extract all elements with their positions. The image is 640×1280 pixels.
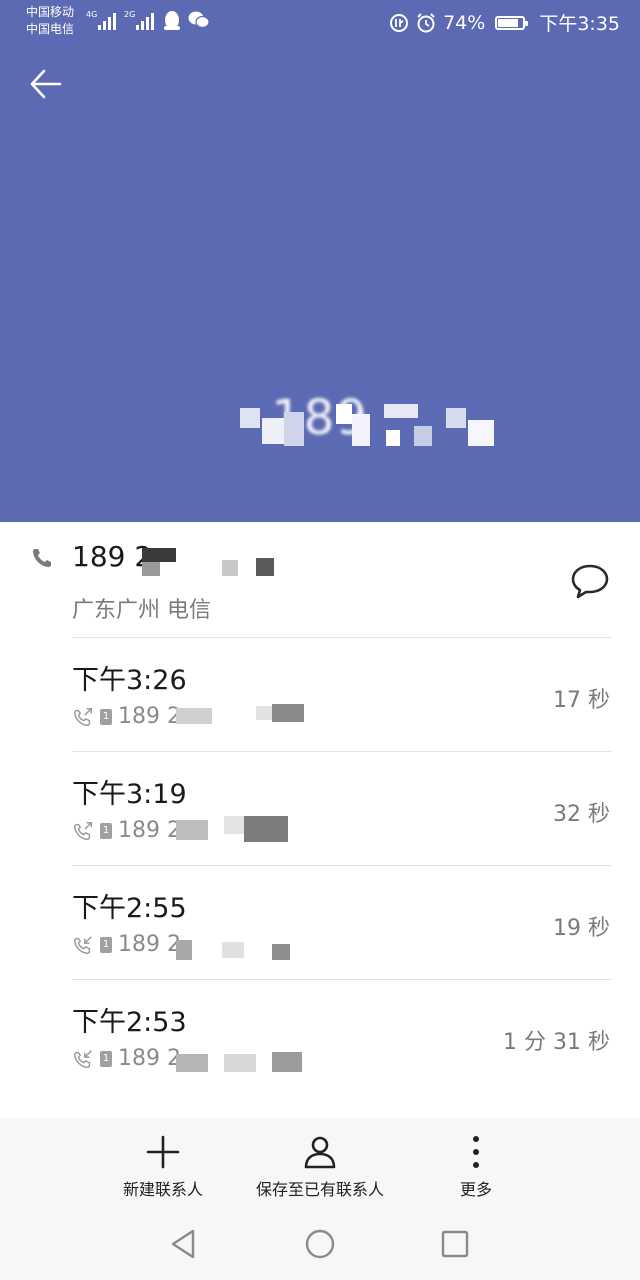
qq-icon	[164, 11, 180, 30]
save-to-existing-button[interactable]: 保存至已有联系人	[240, 1118, 400, 1210]
divider	[72, 979, 612, 980]
call-time: 下午3:19	[72, 779, 187, 810]
call-duration: 17 秒	[553, 688, 610, 713]
sim-1-icon: 1	[100, 708, 112, 725]
sim-1-icon: 1	[100, 822, 112, 839]
carrier-2: 中国电信	[26, 22, 75, 36]
carrier-1: 中国移动	[26, 5, 75, 19]
contact-header: 中国移动 中国电信 4G 2G 74% 下午3:35 189	[0, 0, 640, 522]
plus-icon	[146, 1135, 180, 1169]
arrow-left-icon	[30, 69, 62, 99]
call-detail: 1 189 2	[72, 932, 181, 957]
triangle-back-icon	[171, 1229, 195, 1259]
more-label: 更多	[459, 1180, 492, 1199]
nav-recents-button[interactable]	[440, 1228, 470, 1264]
call-detail: 1 189 2	[72, 1046, 181, 1071]
divider	[72, 865, 612, 866]
contact-number-text: 189 2	[72, 540, 153, 573]
alarm-icon	[417, 12, 435, 32]
wechat-icon	[188, 11, 210, 29]
contact-number[interactable]: 189 2	[72, 540, 152, 573]
call-number: 189 2	[118, 932, 181, 957]
nav-home-button[interactable]	[304, 1228, 336, 1264]
action-bar: 新建联系人 保存至已有联系人 更多	[0, 1118, 640, 1210]
call-number: 189 2	[118, 1046, 181, 1071]
circle-home-icon	[305, 1229, 335, 1259]
call-time: 下午2:55	[72, 893, 187, 924]
data-saver-icon	[390, 13, 409, 32]
call-duration: 1 分 31 秒	[503, 1030, 610, 1055]
new-contact-button[interactable]: 新建联系人	[108, 1118, 218, 1210]
save-to-existing-label: 保存至已有联系人	[255, 1180, 384, 1199]
battery-percent: 74%	[443, 11, 486, 34]
contact-location: 广东广州 电信	[72, 598, 211, 623]
battery-icon	[495, 15, 529, 30]
new-contact-label: 新建联系人	[122, 1180, 203, 1199]
call-duration: 32 秒	[553, 802, 610, 827]
status-bar: 中国移动 中国电信 4G 2G 74% 下午3:35	[0, 0, 640, 44]
call-duration: 19 秒	[553, 916, 610, 941]
phone-icon	[33, 549, 51, 567]
divider	[72, 751, 612, 752]
clock: 下午3:35	[539, 13, 620, 35]
outgoing-call-icon	[74, 707, 92, 726]
sim-1-icon: 1	[100, 1050, 112, 1067]
more-button[interactable]: 更多	[436, 1118, 516, 1210]
signal-icon	[136, 10, 154, 30]
divider	[72, 637, 612, 638]
person-icon	[304, 1136, 336, 1169]
hero-phone-number: 189	[0, 390, 640, 446]
call-time: 下午3:26	[72, 665, 187, 696]
incoming-call-icon	[74, 1049, 92, 1068]
call-time: 下午2:53	[72, 1007, 187, 1038]
call-number: 189 2	[118, 818, 181, 843]
carrier-labels: 中国移动 中国电信	[26, 4, 74, 38]
outgoing-call-icon	[74, 821, 92, 840]
network-type-2: 2G	[124, 10, 136, 19]
square-recents-icon	[441, 1230, 469, 1258]
message-bubble-icon	[571, 564, 609, 599]
call-detail: 1 189 2	[72, 704, 181, 729]
incoming-call-icon	[74, 935, 92, 954]
back-button[interactable]	[28, 66, 72, 106]
system-nav-bar	[0, 1210, 640, 1280]
nav-back-button[interactable]	[168, 1228, 198, 1264]
call-number: 189 2	[118, 704, 181, 729]
status-right: 74% 下午3:35	[389, 9, 620, 36]
call-detail: 1 189 2	[72, 818, 181, 843]
network-type-1: 4G	[86, 10, 98, 19]
more-vertical-icon	[473, 1136, 479, 1168]
sim-1-icon: 1	[100, 936, 112, 953]
send-message-button[interactable]	[570, 562, 610, 602]
signal-icon	[98, 10, 116, 30]
